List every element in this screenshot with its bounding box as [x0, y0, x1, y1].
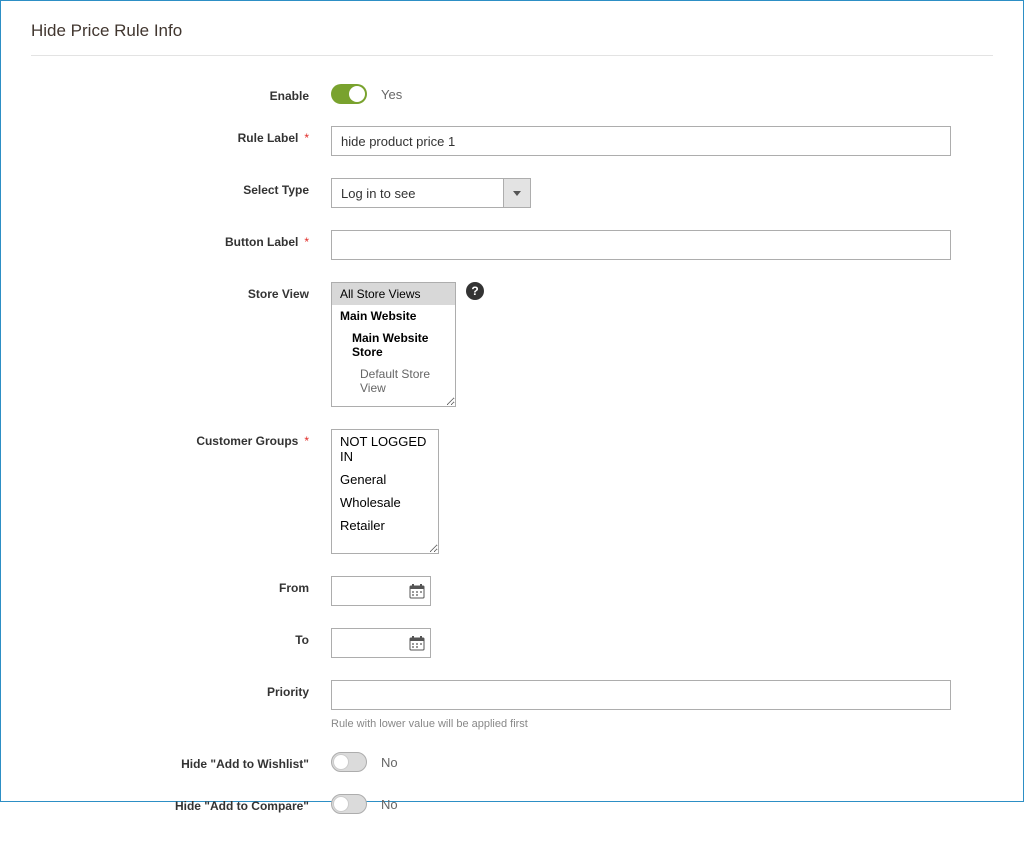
row-to: To: [31, 628, 993, 658]
control-priority: [331, 680, 993, 710]
label-rule-label: Rule Label: [31, 126, 331, 145]
list-item[interactable]: Retailer: [332, 514, 438, 537]
select-type-dropdown[interactable]: Log in to see: [331, 178, 531, 208]
row-enable: Enable Yes: [31, 84, 993, 104]
rule-label-input[interactable]: [331, 126, 951, 156]
priority-input[interactable]: [331, 680, 951, 710]
form-container: Hide Price Rule Info Enable Yes Rule Lab…: [1, 1, 1023, 856]
from-date-wrap: [331, 576, 431, 606]
row-customer-groups: Customer Groups NOT LOGGED IN General Wh…: [31, 429, 993, 554]
label-to: To: [31, 628, 331, 647]
row-from: From: [31, 576, 993, 606]
help-icon[interactable]: ?: [466, 282, 484, 300]
button-label-input[interactable]: [331, 230, 951, 260]
hide-wishlist-toggle[interactable]: [331, 752, 367, 772]
control-hide-wishlist: No: [331, 752, 993, 772]
label-hide-compare: Hide "Add to Compare": [31, 794, 331, 813]
row-store-view: Store View All Store Views Main Website …: [31, 282, 993, 407]
store-view-website: Main Website: [332, 305, 455, 327]
chevron-down-icon[interactable]: [503, 178, 531, 208]
label-select-type: Select Type: [31, 178, 331, 197]
priority-hint: Rule with lower value will be applied fi…: [331, 718, 993, 730]
row-hide-compare: Hide "Add to Compare" No: [31, 794, 993, 814]
store-view-listbox[interactable]: All Store Views Main Website Main Websit…: [331, 282, 456, 407]
enable-toggle-text: Yes: [381, 87, 402, 102]
customer-groups-listbox[interactable]: NOT LOGGED IN General Wholesale Retailer: [331, 429, 439, 554]
from-date-input[interactable]: [332, 584, 409, 599]
label-hide-wishlist: Hide "Add to Wishlist": [31, 752, 331, 771]
row-select-type: Select Type Log in to see: [31, 178, 993, 208]
store-view-default[interactable]: Default Store View: [332, 363, 455, 399]
row-button-label: Button Label: [31, 230, 993, 260]
label-button-label: Button Label: [31, 230, 331, 249]
list-item[interactable]: General: [332, 468, 438, 491]
control-enable: Yes: [331, 84, 993, 104]
label-store-view: Store View: [31, 282, 331, 301]
row-hide-wishlist: Hide "Add to Wishlist" No: [31, 752, 993, 772]
calendar-icon[interactable]: [409, 636, 425, 651]
row-rule-label: Rule Label: [31, 126, 993, 156]
control-hide-compare: No: [331, 794, 993, 814]
control-button-label: [331, 230, 993, 260]
store-view-store: Main Website Store: [332, 327, 455, 363]
control-customer-groups: NOT LOGGED IN General Wholesale Retailer: [331, 429, 993, 554]
control-store-view: All Store Views Main Website Main Websit…: [331, 282, 993, 407]
control-from: [331, 576, 993, 606]
section-title: Hide Price Rule Info: [31, 21, 993, 56]
enable-toggle[interactable]: [331, 84, 367, 104]
label-priority: Priority: [31, 680, 331, 699]
store-view-all[interactable]: All Store Views: [332, 283, 455, 305]
label-enable: Enable: [31, 84, 331, 103]
row-priority: Priority: [31, 680, 993, 710]
calendar-icon[interactable]: [409, 584, 425, 599]
hide-compare-toggle-text: No: [381, 797, 398, 812]
list-item[interactable]: NOT LOGGED IN: [332, 430, 438, 468]
select-type-value: Log in to see: [331, 178, 503, 208]
hide-compare-toggle[interactable]: [331, 794, 367, 814]
control-rule-label: [331, 126, 993, 156]
label-customer-groups: Customer Groups: [31, 429, 331, 448]
to-date-input[interactable]: [332, 636, 409, 651]
hide-wishlist-toggle-text: No: [381, 755, 398, 770]
control-select-type: Log in to see: [331, 178, 993, 208]
control-to: [331, 628, 993, 658]
list-item[interactable]: Wholesale: [332, 491, 438, 514]
to-date-wrap: [331, 628, 431, 658]
label-from: From: [31, 576, 331, 595]
